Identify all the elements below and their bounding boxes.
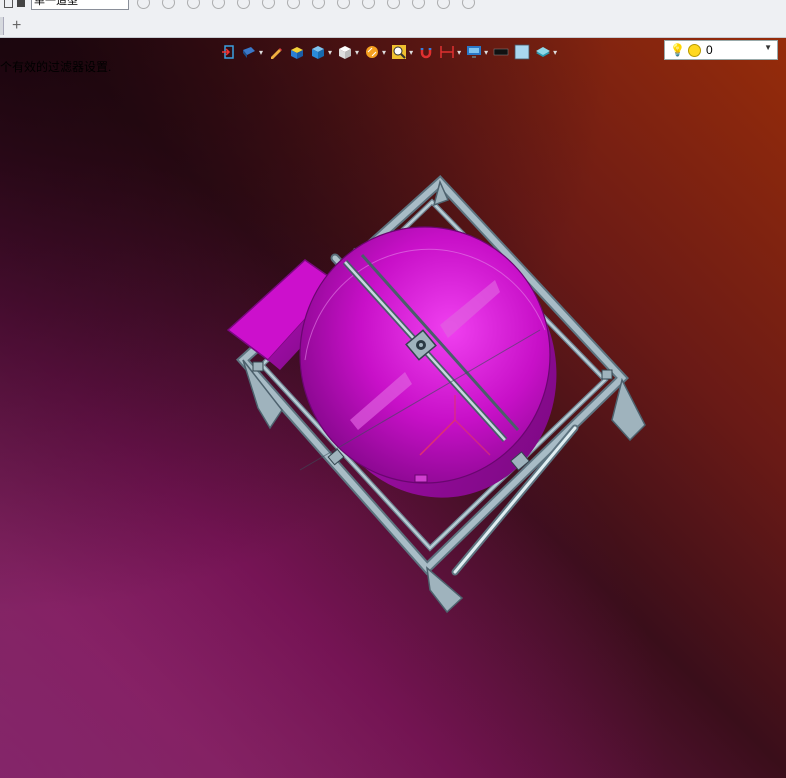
selection-filter-select[interactable]: 单一造型 — [31, 0, 129, 10]
top-toolbar: 单一造型 + — [0, 0, 786, 38]
vertex-tool-icon[interactable] — [387, 0, 400, 9]
bulb-tool-icon[interactable] — [337, 0, 350, 9]
tab-stub[interactable] — [0, 17, 4, 35]
filter-icon[interactable] — [4, 0, 13, 8]
point-tool-icon[interactable] — [212, 0, 225, 9]
circle-tool-icon[interactable] — [187, 0, 200, 9]
model-drawing[interactable] — [0, 38, 786, 778]
center-tool-icon[interactable] — [287, 0, 300, 9]
add-tab-button[interactable]: + — [12, 17, 21, 35]
selection-filter-row: 单一造型 — [0, 0, 487, 10]
ring-tool-icon[interactable] — [312, 0, 325, 9]
gear-tool-icon[interactable] — [437, 0, 450, 9]
arc-tool-icon[interactable] — [262, 0, 275, 9]
selection-tools — [137, 0, 487, 9]
line-tool-icon[interactable] — [237, 0, 250, 9]
rotate-tool-icon[interactable] — [162, 0, 175, 9]
graphics-viewport[interactable]: 个有效的过滤器设置. ▾ ▾ ▾ ▾ ▾ ▾ ▾ ▾ 💡 0 ▼ — [0, 38, 786, 778]
drain-port — [414, 474, 428, 483]
gear2-tool-icon[interactable] — [462, 0, 475, 9]
document-icon[interactable] — [17, 0, 25, 7]
select-tool-icon[interactable] — [137, 0, 150, 9]
curve-tool-icon[interactable] — [362, 0, 375, 9]
tab-row: + — [0, 16, 21, 36]
edge-tool-icon[interactable] — [412, 0, 425, 9]
